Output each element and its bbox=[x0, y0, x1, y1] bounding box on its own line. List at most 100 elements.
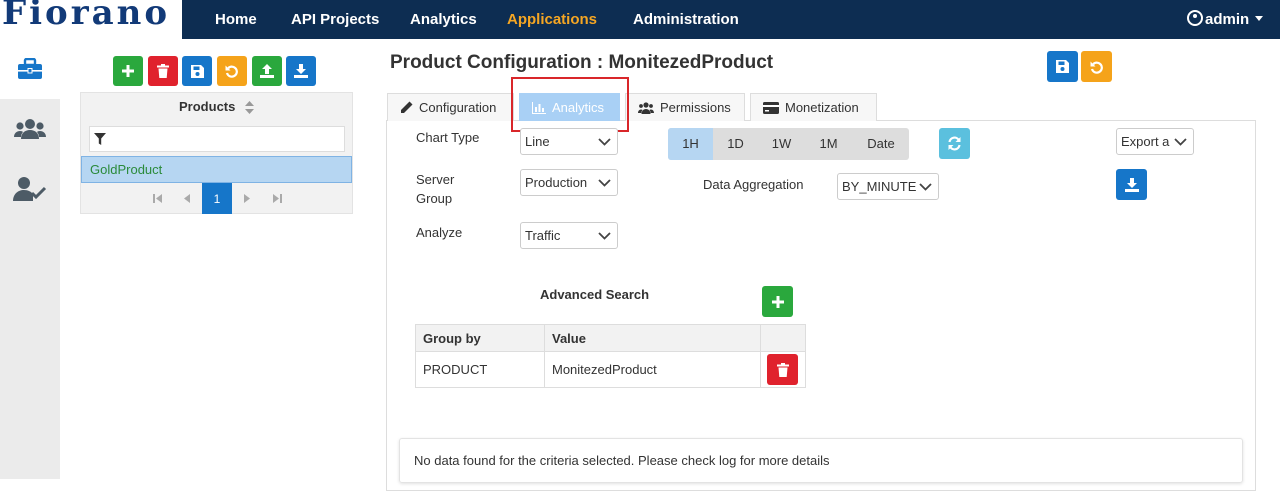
add-search-criteria-button[interactable] bbox=[762, 286, 793, 317]
column-header-actions bbox=[760, 324, 806, 352]
products-column-header[interactable]: Products bbox=[81, 93, 352, 120]
chevron-down-icon bbox=[598, 232, 611, 240]
user-menu[interactable]: admin bbox=[1187, 10, 1264, 28]
filter-icon bbox=[94, 133, 106, 145]
add-product-button[interactable] bbox=[113, 56, 143, 86]
chart-type-select[interactable]: Line bbox=[520, 128, 618, 155]
credit-card-icon bbox=[763, 101, 779, 114]
page-first-icon[interactable] bbox=[142, 183, 172, 214]
tab-permissions[interactable]: Permissions bbox=[625, 93, 745, 121]
data-aggregation-value: BY_MINUTE bbox=[842, 179, 916, 194]
refresh-button[interactable] bbox=[939, 128, 970, 159]
delete-product-button[interactable] bbox=[148, 56, 178, 86]
products-header-label: Products bbox=[179, 99, 236, 114]
server-group-label-line2: Group bbox=[416, 191, 453, 206]
upload-icon bbox=[260, 64, 274, 78]
briefcase-icon bbox=[18, 58, 42, 79]
logo-text: Fiorano bbox=[2, 0, 171, 33]
products-panel: Products GoldProduct 1 bbox=[80, 92, 353, 214]
side-rail bbox=[0, 39, 60, 479]
column-header-group-by: Group by bbox=[415, 324, 545, 352]
save-product-button[interactable] bbox=[182, 56, 212, 86]
fiorano-logo[interactable]: Fiorano bbox=[0, 0, 182, 39]
nav-api-projects[interactable]: API Projects bbox=[291, 11, 379, 28]
rail-item-applications[interactable] bbox=[0, 39, 60, 99]
page-prev-icon[interactable] bbox=[172, 183, 202, 214]
header-undo-button[interactable] bbox=[1081, 51, 1112, 82]
chevron-down-icon bbox=[598, 179, 611, 187]
user-check-icon bbox=[13, 177, 47, 201]
user-circle-icon bbox=[1187, 10, 1203, 26]
range-date-button[interactable]: Date bbox=[857, 128, 905, 160]
chart-type-label: Chart Type bbox=[416, 130, 480, 145]
tab-configuration-label: Configuration bbox=[419, 100, 497, 115]
pencil-icon bbox=[401, 101, 413, 113]
server-group-label-line1: Server bbox=[416, 172, 455, 187]
tab-monetization[interactable]: Monetization bbox=[750, 93, 877, 121]
undo-product-button[interactable] bbox=[217, 56, 247, 86]
time-range-group: 1H 1D 1W 1M Date bbox=[668, 128, 909, 160]
trash-icon bbox=[157, 64, 169, 78]
plus-icon bbox=[771, 295, 784, 308]
advanced-search-table: Group by Value PRODUCT MonitezedProduct bbox=[415, 324, 806, 388]
analyze-select[interactable]: Traffic bbox=[520, 222, 618, 249]
range-1h-button[interactable]: 1H bbox=[668, 128, 713, 160]
download-product-button[interactable] bbox=[286, 56, 316, 86]
chevron-down-icon bbox=[1174, 138, 1187, 146]
caret-down-icon bbox=[1255, 16, 1264, 21]
nav-analytics[interactable]: Analytics bbox=[410, 11, 477, 28]
range-1d-button[interactable]: 1D bbox=[713, 128, 758, 160]
export-value: Export a bbox=[1121, 134, 1170, 149]
advanced-search-title: Advanced Search bbox=[540, 287, 650, 302]
users-icon bbox=[638, 101, 654, 114]
server-group-select[interactable]: Production bbox=[520, 169, 618, 196]
products-filter-input[interactable] bbox=[89, 126, 345, 152]
column-header-value: Value bbox=[544, 324, 761, 352]
plus-icon bbox=[122, 65, 134, 77]
nav-home[interactable]: Home bbox=[215, 11, 257, 28]
page-next-icon[interactable] bbox=[232, 183, 262, 214]
cell-value: MonitezedProduct bbox=[544, 351, 761, 388]
delete-criteria-button[interactable] bbox=[767, 354, 798, 385]
nav-applications[interactable]: Applications bbox=[507, 11, 597, 28]
export-download-button[interactable] bbox=[1116, 169, 1147, 200]
cell-group-by: PRODUCT bbox=[415, 351, 545, 388]
undo-icon bbox=[225, 65, 238, 78]
save-icon bbox=[1056, 60, 1069, 73]
download-icon bbox=[1124, 177, 1139, 192]
chevron-down-icon bbox=[598, 138, 611, 146]
range-1m-button[interactable]: 1M bbox=[806, 128, 851, 160]
page-last-icon[interactable] bbox=[262, 183, 292, 214]
save-icon bbox=[190, 64, 204, 78]
products-pagination: 1 bbox=[81, 183, 352, 214]
refresh-icon bbox=[948, 136, 961, 151]
data-aggregation-label: Data Aggregation bbox=[703, 177, 804, 192]
no-data-message: No data found for the criteria selected.… bbox=[399, 438, 1243, 483]
data-aggregation-select[interactable]: BY_MINUTE bbox=[837, 173, 939, 200]
tab-configuration[interactable]: Configuration bbox=[387, 93, 514, 121]
server-group-value: Production bbox=[525, 175, 588, 190]
chart-type-value: Line bbox=[525, 134, 550, 149]
table-row: PRODUCT MonitezedProduct bbox=[415, 351, 806, 388]
page-title: Product Configuration : MonitezedProduct bbox=[390, 52, 774, 73]
download-icon bbox=[294, 64, 308, 78]
cell-actions bbox=[760, 351, 806, 388]
nav-administration[interactable]: Administration bbox=[633, 11, 739, 28]
header-save-button[interactable] bbox=[1047, 51, 1078, 82]
sort-icon bbox=[244, 101, 254, 115]
product-row-goldproduct[interactable]: GoldProduct bbox=[81, 156, 352, 183]
analyze-value: Traffic bbox=[525, 228, 561, 243]
rail-item-user-approvals[interactable] bbox=[0, 159, 60, 219]
rail-item-users[interactable] bbox=[0, 99, 60, 159]
upload-product-button[interactable] bbox=[252, 56, 282, 86]
export-select[interactable]: Export a bbox=[1116, 128, 1194, 155]
users-icon bbox=[14, 119, 46, 139]
page-current[interactable]: 1 bbox=[202, 183, 232, 214]
trash-icon bbox=[776, 362, 789, 377]
tab-monetization-label: Monetization bbox=[785, 100, 859, 115]
tab-permissions-label: Permissions bbox=[660, 100, 731, 115]
chevron-down-icon bbox=[919, 183, 932, 191]
analyze-label: Analyze bbox=[416, 225, 463, 240]
undo-icon bbox=[1090, 61, 1103, 74]
range-1w-button[interactable]: 1W bbox=[759, 128, 804, 160]
